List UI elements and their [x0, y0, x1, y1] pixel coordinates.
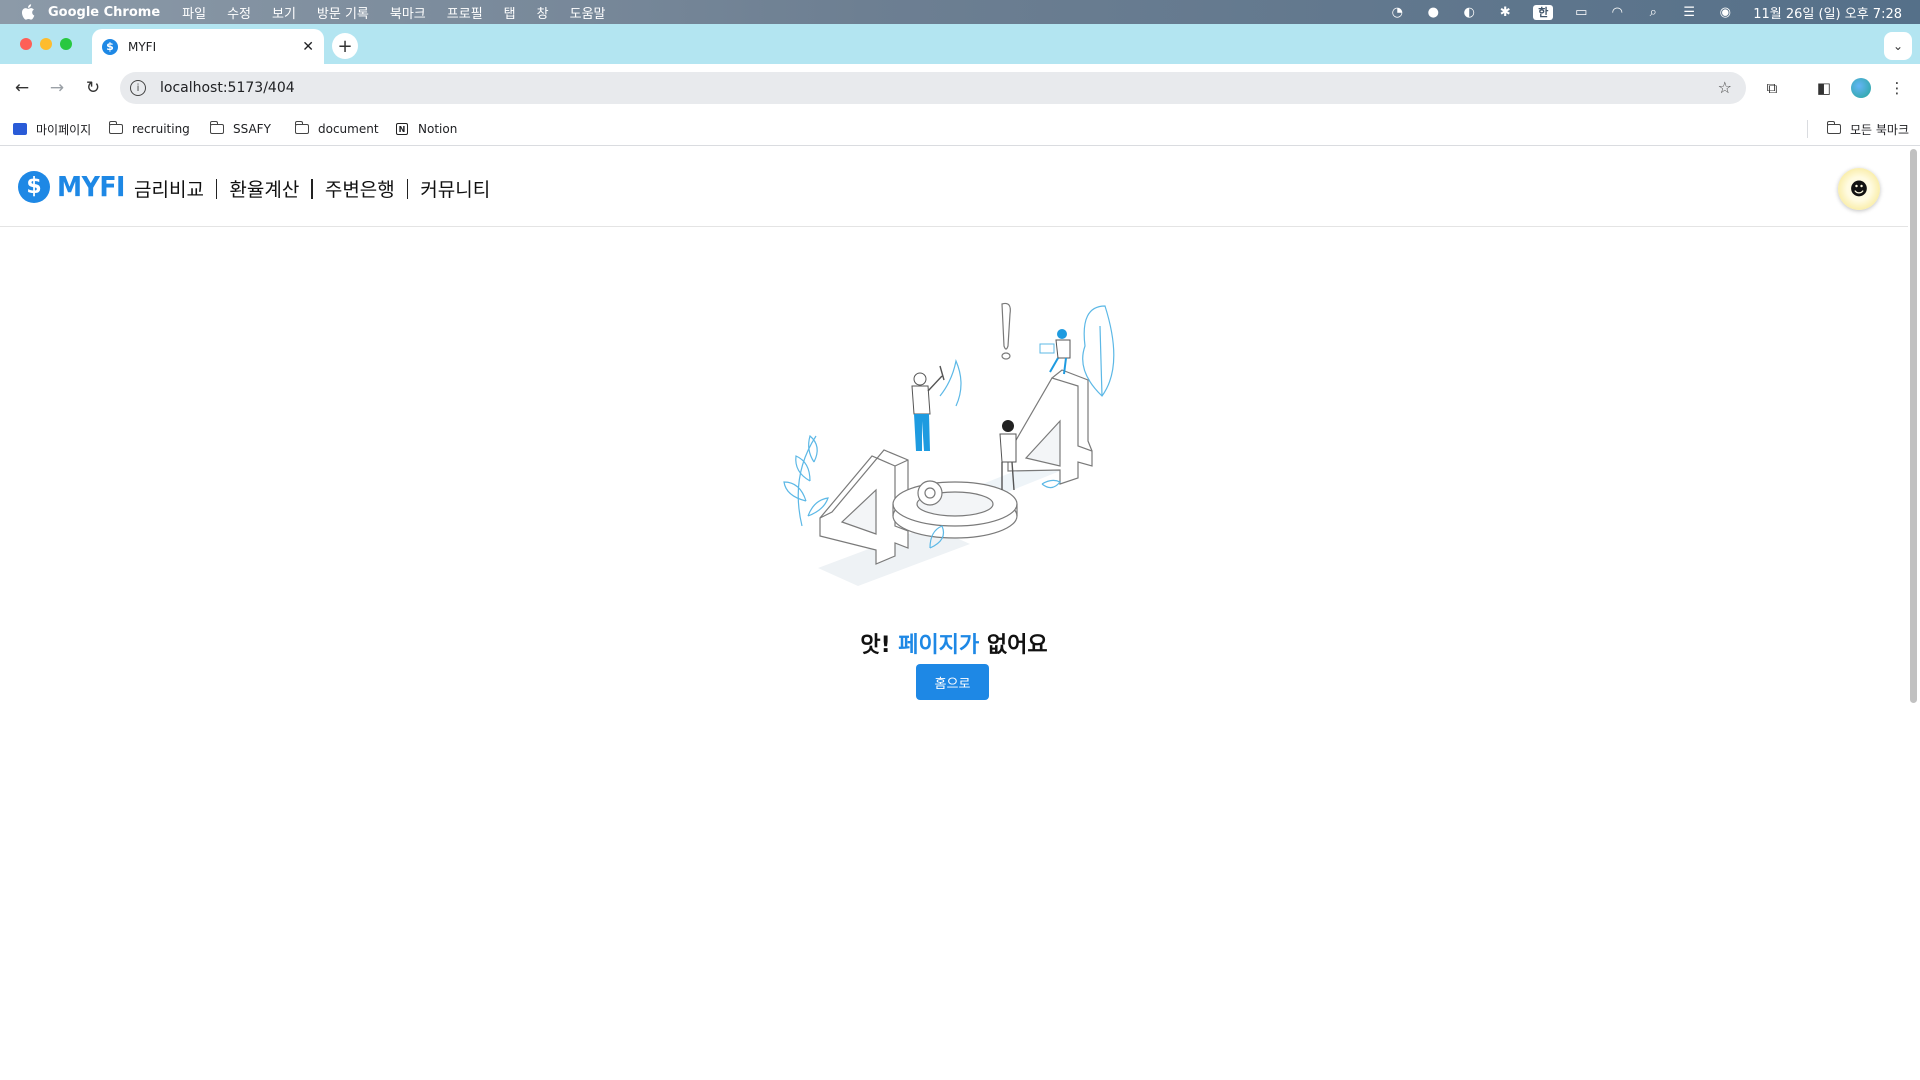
forward-button[interactable]: → [45, 76, 69, 100]
macos-menu-bar: Google Chrome 파일 수정 보기 방문 기록 북마크 프로필 탭 창… [0, 0, 1920, 24]
new-tab-button[interactable]: + [332, 33, 358, 59]
back-button[interactable]: ← [10, 76, 34, 100]
nav-nearby-banks[interactable]: 주변은행 [325, 175, 395, 202]
bookmark-star-icon[interactable]: ☆ [1718, 78, 1732, 97]
battery-icon[interactable]: ▭ [1573, 4, 1589, 20]
close-window-button[interactable] [20, 38, 32, 50]
menu-window[interactable]: 창 [537, 3, 549, 22]
bookmark-label: SSAFY [233, 122, 271, 136]
zoom-window-button[interactable] [60, 38, 72, 50]
vpn-icon[interactable]: ◐ [1461, 4, 1477, 20]
tab-favicon: $ [102, 38, 118, 55]
bookmark-label: Notion [418, 122, 458, 136]
close-tab-icon[interactable]: ✕ [302, 39, 314, 55]
profile-avatar[interactable] [1851, 78, 1871, 98]
folder-icon [294, 121, 310, 136]
control-center-icon[interactable]: ☰ [1681, 4, 1697, 20]
bookmarks-bar: 마이페이지 recruiting SSAFY document N Notion… [0, 112, 1920, 146]
bookmark-folder[interactable]: recruiting [108, 120, 190, 138]
bookmarks-divider [1807, 120, 1808, 138]
browser-toolbar: ← → ↻ i localhost:5173/404 ☆ ⧉ ◧ ⋮ [0, 64, 1920, 112]
wifi-icon[interactable]: ◠ [1609, 4, 1625, 20]
menu-file[interactable]: 파일 [182, 3, 206, 22]
nav-divider [406, 178, 409, 199]
apple-icon[interactable] [20, 4, 36, 20]
nav-exchange-calculator[interactable]: 환율계산 [229, 175, 299, 202]
time-machine-icon[interactable]: ◔ [1389, 4, 1405, 20]
extensions-icon[interactable]: ⧉ [1760, 76, 1784, 100]
page-viewport: $ MYFI 금리비교 환율계산 주변은행 커뮤니티 ☻ 앗! 페이지가 없어요… [0, 146, 1908, 1080]
bookmark-label: 모든 북마크 [1850, 122, 1910, 137]
bookmark-label: recruiting [132, 122, 190, 136]
error-title-highlight: 페이지가 [898, 633, 980, 658]
site-icon [12, 123, 28, 136]
minimize-window-button[interactable] [40, 38, 52, 50]
menu-profile[interactable]: 프로필 [447, 3, 483, 22]
menu-help[interactable]: 도움말 [570, 3, 606, 22]
nav-community[interactable]: 커뮤니티 [420, 175, 490, 202]
side-panel-icon[interactable]: ◧ [1812, 76, 1836, 100]
tab-title: MYFI [128, 39, 157, 54]
address-url[interactable]: localhost:5173/404 [160, 80, 295, 96]
input-method-indicator[interactable]: 한 [1533, 4, 1554, 20]
404-illustration [783, 302, 1115, 586]
bookmark-label: document [318, 122, 379, 136]
folder-icon [108, 121, 124, 136]
site-info-icon[interactable]: i [130, 80, 146, 96]
reload-button[interactable]: ↻ [81, 76, 105, 100]
site-logo[interactable]: $ MYFI [18, 170, 125, 203]
bookmark-folder[interactable]: SSAFY [209, 120, 271, 138]
menu-tab[interactable]: 탭 [504, 3, 516, 22]
error-title-suffix: 없어요 [979, 633, 1048, 658]
menu-history[interactable]: 방문 기록 [317, 3, 369, 22]
nav-divider [215, 178, 218, 199]
bookmark-item[interactable]: N Notion [394, 120, 457, 138]
bookmark-folder[interactable]: document [294, 120, 379, 138]
menu-bar-clock[interactable]: 11월 26일 (일) 오후 7:28 [1753, 3, 1902, 22]
notion-icon: N [394, 123, 410, 136]
page-scrollbar[interactable] [1910, 149, 1917, 703]
error-title: 앗! 페이지가 없어요 [0, 627, 1908, 659]
nav-rate-compare[interactable]: 금리비교 [134, 175, 204, 202]
active-app-name[interactable]: Google Chrome [48, 5, 160, 20]
address-bar[interactable]: i localhost:5173/404 ☆ [120, 72, 1746, 104]
notification-app-icon[interactable]: ● [1425, 4, 1441, 20]
go-home-button[interactable]: 홈으로 [916, 664, 989, 700]
spotlight-search-icon[interactable]: ⌕ [1645, 4, 1661, 20]
menu-bookmarks[interactable]: 북마크 [390, 3, 426, 22]
browser-tab-strip: $ MYFI ✕ + ⌄ [0, 24, 1920, 64]
chrome-menu-icon[interactable]: ⋮ [1885, 76, 1909, 100]
error-title-prefix: 앗! [860, 633, 899, 658]
dollar-coin-icon: $ [18, 170, 50, 203]
siri-icon[interactable]: ◉ [1717, 4, 1733, 20]
bookmark-item[interactable]: 마이페이지 [12, 120, 91, 138]
nav-divider [311, 178, 313, 199]
menu-view[interactable]: 보기 [272, 3, 296, 22]
folder-icon [209, 121, 225, 136]
bookmark-label: 마이페이지 [36, 122, 92, 137]
all-bookmarks-folder[interactable]: 모든 북마크 [1826, 120, 1909, 138]
menu-edit[interactable]: 수정 [227, 3, 251, 22]
main-nav: 금리비교 환율계산 주변은행 커뮤니티 [134, 175, 490, 202]
avatar-character-icon: ☻ [1849, 178, 1869, 200]
site-header: $ MYFI 금리비교 환율계산 주변은행 커뮤니티 ☻ [0, 146, 1908, 227]
tab-search-button[interactable]: ⌄ [1884, 32, 1912, 60]
brand-name: MYFI [57, 170, 125, 203]
browser-tab-active[interactable]: $ MYFI ✕ [92, 29, 324, 64]
user-avatar[interactable]: ☻ [1838, 168, 1880, 210]
bluetooth-icon[interactable]: ✱ [1497, 4, 1513, 20]
folder-icon [1826, 121, 1842, 136]
